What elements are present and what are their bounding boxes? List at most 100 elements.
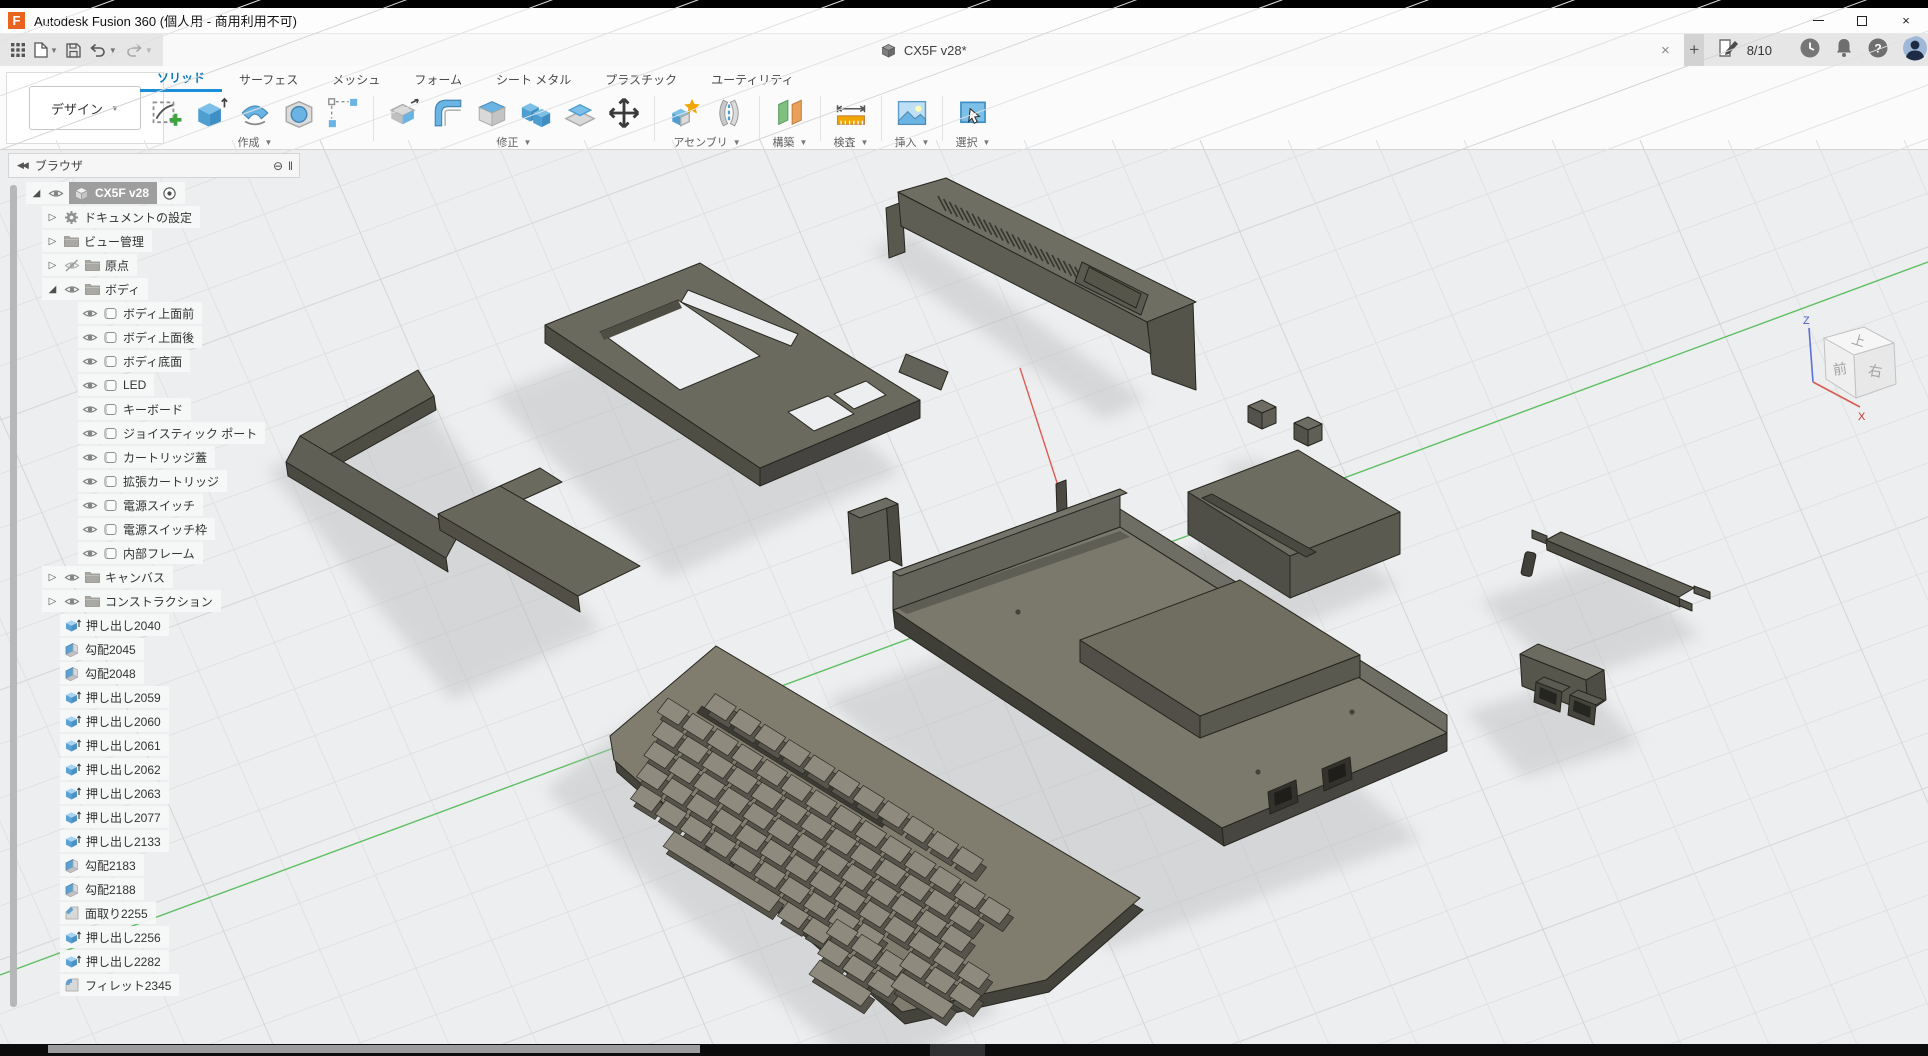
browser-item-label[interactable]: 押し出し2040 bbox=[86, 617, 161, 634]
visibility-toggle-icon[interactable] bbox=[82, 547, 98, 560]
visibility-toggle-icon[interactable] bbox=[82, 307, 98, 320]
browser-item[interactable]: ▷ コンストラクション bbox=[8, 589, 265, 613]
visibility-toggle-icon[interactable] bbox=[82, 379, 98, 392]
visibility-toggle-icon[interactable] bbox=[48, 187, 64, 200]
browser-item-label[interactable]: 勾配2188 bbox=[85, 881, 136, 898]
browser-item[interactable]: 押し出し2133 bbox=[8, 829, 265, 853]
browser-item[interactable]: ▷ ドキュメントの設定 bbox=[8, 205, 265, 229]
browser-item-label[interactable]: ドキュメントの設定 bbox=[84, 209, 192, 226]
browser-item-label[interactable]: 勾配2045 bbox=[85, 641, 136, 658]
browser-item[interactable]: ◢ CX5F v28 bbox=[8, 181, 265, 205]
browser-item-label[interactable]: 原点 bbox=[105, 257, 129, 274]
browser-item-label[interactable]: 押し出し2077 bbox=[86, 809, 161, 826]
browser-item[interactable]: 押し出し2063 bbox=[8, 781, 265, 805]
browser-item[interactable]: ボディ上面後 bbox=[8, 325, 265, 349]
active-component-chip[interactable]: CX5F v28 bbox=[69, 182, 157, 204]
visibility-toggle-icon[interactable] bbox=[82, 451, 98, 464]
browser-item[interactable]: ジョイスティック ポート bbox=[8, 421, 265, 445]
panel-remove-icon[interactable]: ⊖ bbox=[273, 159, 283, 173]
browser-item-label[interactable]: 勾配2183 bbox=[85, 857, 136, 874]
expand-node-icon[interactable]: ▷ bbox=[46, 596, 59, 607]
browser-item[interactable]: 面取り2255 bbox=[8, 901, 265, 925]
browser-item-label[interactable]: ジョイスティック ポート bbox=[123, 425, 257, 442]
browser-item[interactable]: 電源スイッチ枠 bbox=[8, 517, 265, 541]
browser-item-label[interactable]: 勾配2048 bbox=[85, 665, 136, 682]
browser-item-label[interactable]: キーボード bbox=[123, 401, 183, 418]
visibility-toggle-icon[interactable] bbox=[82, 355, 98, 368]
browser-item[interactable]: ▷ キャンバス bbox=[8, 565, 265, 589]
browser-item[interactable]: カートリッジ蓋 bbox=[8, 445, 265, 469]
expand-node-icon[interactable]: ▷ bbox=[46, 212, 59, 223]
browser-item-label[interactable]: ボディ bbox=[105, 281, 140, 298]
browser-item[interactable]: ▷ ビュー管理 bbox=[8, 229, 265, 253]
collapse-node-icon[interactable]: ◢ bbox=[30, 188, 43, 199]
browser-item[interactable]: ボディ底面 bbox=[8, 349, 265, 373]
browser-item[interactable]: 押し出し2062 bbox=[8, 757, 265, 781]
visibility-toggle-icon[interactable] bbox=[82, 427, 98, 440]
visibility-toggle-icon[interactable] bbox=[82, 475, 98, 488]
browser-item-label[interactable]: ボディ上面前 bbox=[123, 305, 194, 322]
browser-item[interactable]: キーボード bbox=[8, 397, 265, 421]
browser-item-label[interactable]: 電源スイッチ bbox=[123, 497, 195, 514]
browser-item-label[interactable]: ボディ上面後 bbox=[123, 329, 194, 346]
browser-item-label[interactable]: 押し出し2062 bbox=[86, 761, 161, 778]
browser-item-label[interactable]: CX5F v28 bbox=[95, 186, 149, 200]
part-power-switch-cubes[interactable] bbox=[1248, 400, 1322, 446]
browser-item[interactable]: フィレット2345 bbox=[8, 973, 265, 997]
collapse-panel-icon[interactable]: ◀◀ bbox=[17, 160, 27, 171]
browser-item[interactable]: ◢ ボディ bbox=[8, 277, 265, 301]
expand-node-icon[interactable]: ▷ bbox=[46, 572, 59, 583]
browser-item-label[interactable]: 押し出し2063 bbox=[86, 785, 161, 802]
browser-item[interactable]: 勾配2183 bbox=[8, 853, 265, 877]
browser-item[interactable]: 押し出し2061 bbox=[8, 733, 265, 757]
visibility-toggle-icon[interactable] bbox=[82, 331, 98, 344]
browser-item[interactable]: 勾配2045 bbox=[8, 637, 265, 661]
browser-item-label[interactable]: 面取り2255 bbox=[85, 905, 148, 922]
viewport-3d[interactable]: ◀◀ ブラウザ ⊖‖ ◢CX5F v28▷ドキュメントの設定▷ビュー管理▷原点◢… bbox=[0, 150, 1928, 1044]
browser-panel-header[interactable]: ◀◀ ブラウザ ⊖‖ bbox=[8, 153, 300, 178]
browser-item-label[interactable]: 押し出し2059 bbox=[86, 689, 161, 706]
browser-item[interactable]: 押し出し2060 bbox=[8, 709, 265, 733]
visibility-toggle-icon[interactable] bbox=[82, 523, 98, 536]
browser-item[interactable]: 勾配2048 bbox=[8, 661, 265, 685]
expand-node-icon[interactable]: ▷ bbox=[46, 236, 59, 247]
browser-item-label[interactable]: 押し出し2256 bbox=[86, 929, 161, 946]
browser-item-label[interactable]: 押し出し2282 bbox=[86, 953, 161, 970]
browser-item[interactable]: 押し出し2040 bbox=[8, 613, 265, 637]
browser-item-label[interactable]: 電源スイッチ枠 bbox=[123, 521, 207, 538]
collapse-node-icon[interactable]: ◢ bbox=[46, 284, 59, 295]
expand-node-icon[interactable]: ▷ bbox=[46, 260, 59, 271]
browser-item-label[interactable]: 押し出し2060 bbox=[86, 713, 161, 730]
browser-item-label[interactable]: ビュー管理 bbox=[84, 233, 144, 250]
browser-item[interactable]: 拡張カートリッジ bbox=[8, 469, 265, 493]
browser-item[interactable]: 押し出し2059 bbox=[8, 685, 265, 709]
browser-item[interactable]: 押し出し2256 bbox=[8, 925, 265, 949]
browser-item-label[interactable]: フィレット2345 bbox=[85, 977, 171, 994]
visibility-toggle-icon[interactable] bbox=[82, 499, 98, 512]
browser-item[interactable]: 内部フレーム bbox=[8, 541, 265, 565]
browser-item-label[interactable]: キャンバス bbox=[105, 569, 165, 586]
browser-item[interactable]: 電源スイッチ bbox=[8, 493, 265, 517]
browser-item[interactable]: ▷ 原点 bbox=[8, 253, 265, 277]
panel-grip-icon[interactable]: ‖ bbox=[288, 159, 293, 173]
visibility-toggle-icon[interactable] bbox=[64, 571, 80, 584]
browser-item-label[interactable]: 押し出し2061 bbox=[86, 737, 161, 754]
browser-item-label[interactable]: 押し出し2133 bbox=[86, 833, 161, 850]
activate-component-radio[interactable] bbox=[162, 186, 177, 201]
visibility-toggle-icon[interactable] bbox=[64, 259, 80, 272]
viewcube[interactable]: Z X 上 前 右 bbox=[1796, 310, 1926, 428]
browser-item[interactable]: 押し出し2077 bbox=[8, 805, 265, 829]
browser-item-label[interactable]: LED bbox=[123, 378, 146, 392]
browser-item-label[interactable]: ボディ底面 bbox=[123, 353, 182, 370]
browser-item-label[interactable]: 拡張カートリッジ bbox=[123, 473, 219, 490]
visibility-toggle-icon[interactable] bbox=[64, 283, 80, 296]
browser-item[interactable]: 押し出し2282 bbox=[8, 949, 265, 973]
browser-item-label[interactable]: コンストラクション bbox=[105, 593, 213, 610]
visibility-toggle-icon[interactable] bbox=[64, 595, 80, 608]
browser-item[interactable]: 勾配2188 bbox=[8, 877, 265, 901]
visibility-toggle-icon[interactable] bbox=[82, 403, 98, 416]
browser-item[interactable]: LED bbox=[8, 373, 265, 397]
browser-item-label[interactable]: カートリッジ蓋 bbox=[123, 449, 207, 466]
browser-item-label[interactable]: 内部フレーム bbox=[123, 545, 195, 562]
browser-item[interactable]: ボディ上面前 bbox=[8, 301, 265, 325]
